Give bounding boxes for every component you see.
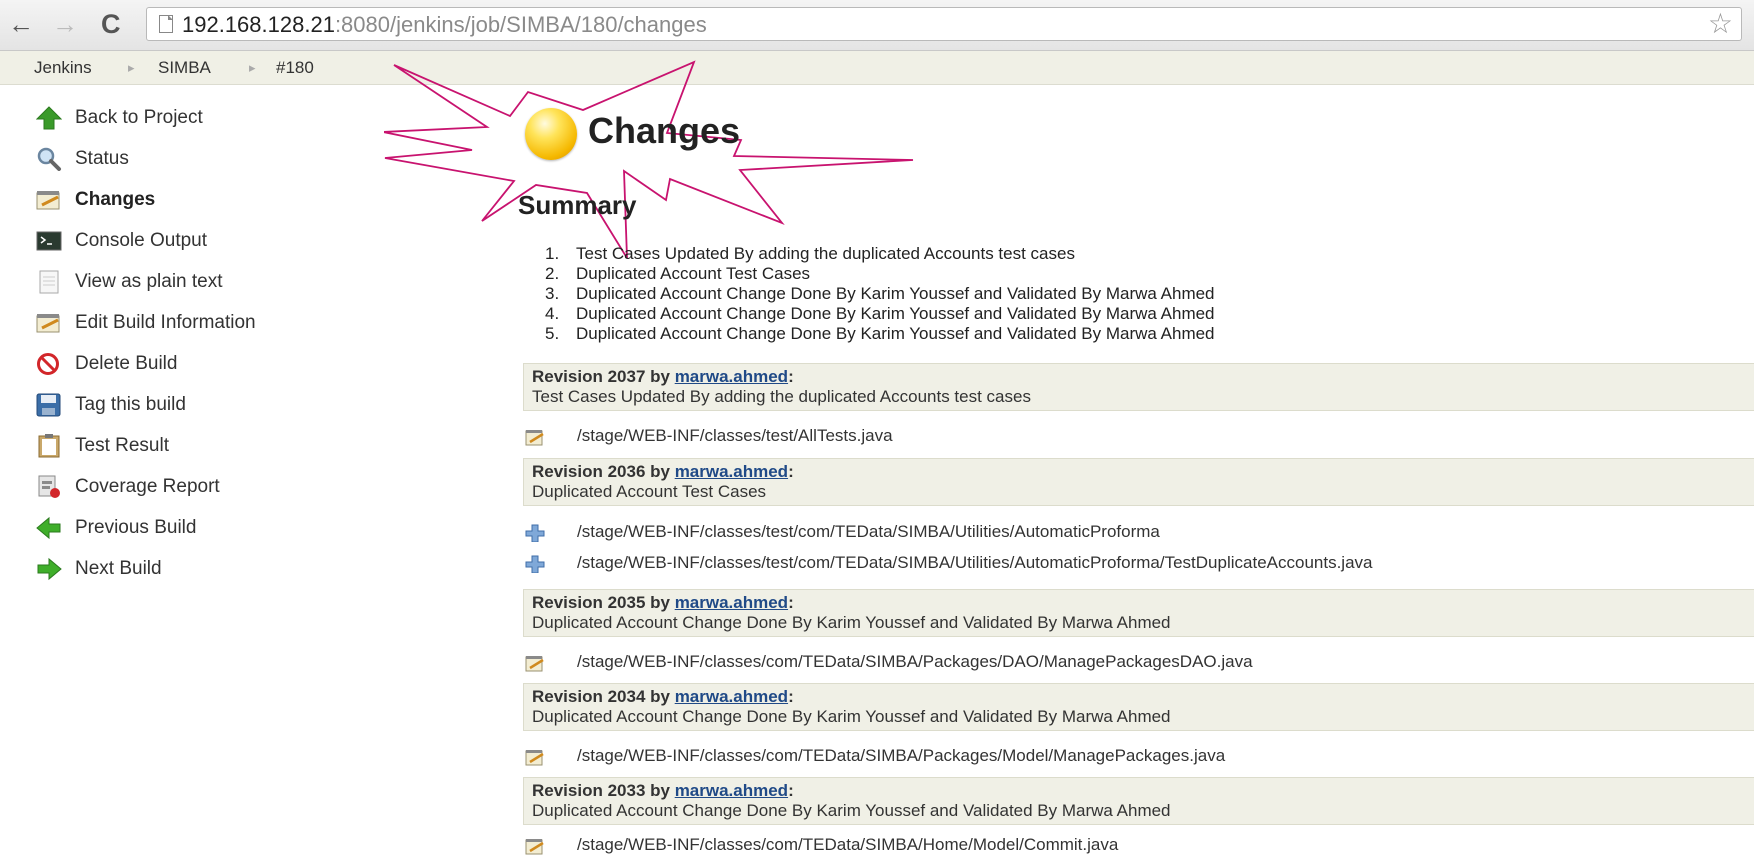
url-path: :8080/jenkins/job/SIMBA/180/changes [334, 12, 707, 37]
terminal-icon [36, 231, 62, 251]
sidebar-item-label: Coverage Report [75, 476, 220, 497]
revision-message: Duplicated Account Change Done By Karim … [532, 707, 1171, 726]
summary-item: 2. Duplicated Account Test Cases [545, 264, 811, 283]
revision-label: Revision 2037 by [532, 367, 675, 386]
magnifier-icon [37, 147, 61, 171]
revision-label: Revision 2035 by [532, 593, 675, 612]
edit-file-icon[interactable] [525, 748, 545, 766]
file-path: /stage/WEB-INF/classes/test/com/TEData/S… [577, 553, 1373, 572]
page-title: Changes [588, 110, 741, 151]
reload-icon[interactable]: C [101, 9, 121, 39]
add-file-icon[interactable] [525, 524, 545, 542]
document-icon [39, 270, 59, 294]
revision-author-link[interactable]: marwa.ahmed [675, 687, 788, 706]
sidebar-item-label: View as plain text [75, 271, 223, 292]
sidebar-item-label: Back to Project [75, 107, 203, 128]
sidebar-item-label: Status [75, 148, 129, 169]
revision-message: Duplicated Account Change Done By Karim … [532, 801, 1171, 820]
sidebar-item-label: Edit Build Information [75, 312, 256, 333]
revision-header: Revision 2034 by marwa.ahmed: Duplicated… [523, 683, 1754, 731]
back-arrow-icon[interactable]: ← [8, 9, 34, 39]
url-text[interactable]: 192.168.128.21:8080/jenkins/job/SIMBA/18… [182, 13, 707, 37]
revision-author-link[interactable]: marwa.ahmed [675, 462, 788, 481]
address-bar[interactable]: 192.168.128.21:8080/jenkins/job/SIMBA/18… [146, 7, 1742, 41]
file-path: /stage/WEB-INF/classes/test/com/TEData/S… [577, 522, 1160, 541]
sidebar-item-label: Console Output [75, 230, 208, 251]
revision-author-link[interactable]: marwa.ahmed [675, 593, 788, 612]
file-path: /stage/WEB-INF/classes/com/TEData/SIMBA/… [577, 835, 1119, 854]
forward-arrow-icon[interactable]: → [52, 9, 78, 39]
summary-list: 1. Test Cases Updated By adding the dupli… [545, 244, 1215, 344]
summary-item: 3. Duplicated Account Change Done By Kari… [545, 284, 1215, 303]
floppy-disk-icon [36, 393, 61, 417]
breadcrumb-build[interactable]: #180 [276, 51, 314, 84]
no-entry-icon [37, 353, 59, 375]
clipboard-icon [38, 434, 60, 458]
highlight-starburst-annotation [384, 60, 914, 258]
browser-toolbar: ← → C 192.168.128.21:8080/jenkins/job/SI… [0, 0, 1754, 51]
breadcrumb-separator: ▸ [128, 60, 135, 75]
coverage-report-icon [38, 475, 60, 498]
notepad-edit-icon [36, 314, 60, 333]
page-icon [159, 15, 173, 33]
edit-file-icon[interactable] [525, 837, 545, 855]
revision-header: Revision 2033 by marwa.ahmed: Duplicated… [523, 777, 1754, 825]
notepad-icon [36, 191, 60, 210]
revision-colon: : [788, 593, 794, 612]
build-status-ball-icon [525, 108, 577, 160]
revision-message: Duplicated Account Test Cases [532, 482, 767, 501]
left-arrow-icon [36, 516, 61, 540]
revision-message: Test Cases Updated By adding the duplica… [532, 387, 1031, 406]
sidebar-item-label: Tag this build [75, 394, 186, 415]
summary-item: 1. Test Cases Updated By adding the dupli… [545, 244, 1075, 263]
revision-header: Revision 2035 by marwa.ahmed: Duplicated… [523, 589, 1754, 637]
revision-author-link[interactable]: marwa.ahmed [675, 367, 788, 386]
file-path: /stage/WEB-INF/classes/test/AllTests.jav… [577, 426, 893, 445]
breadcrumb-jenkins[interactable]: Jenkins [34, 51, 92, 84]
revision-label: Revision 2033 by [532, 781, 675, 800]
breadcrumb-separator: ▸ [249, 60, 256, 75]
revision-colon: : [788, 687, 794, 706]
add-file-icon[interactable] [525, 555, 545, 573]
revision-author-link[interactable]: marwa.ahmed [675, 781, 788, 800]
url-host: 192.168.128.21 [182, 12, 335, 37]
summary-heading: Summary [518, 190, 637, 220]
revision-colon: : [788, 367, 794, 386]
breadcrumb-simba[interactable]: SIMBA [158, 51, 211, 84]
right-arrow-icon [37, 557, 62, 581]
sidebar-item-label: Changes [75, 189, 156, 210]
summary-item: 4. Duplicated Account Change Done By Kari… [545, 304, 1215, 323]
file-path: /stage/WEB-INF/classes/com/TEData/SIMBA/… [577, 746, 1226, 765]
sidebar-item-label: Delete Build [75, 353, 178, 374]
sidebar-item-label: Previous Build [75, 517, 197, 538]
revision-label: Revision 2034 by [532, 687, 675, 706]
edit-file-icon[interactable] [525, 428, 545, 446]
revision-label: Revision 2036 by [532, 462, 675, 481]
sidebar-item-label: Test Result [75, 435, 169, 456]
revision-colon: : [788, 462, 794, 481]
edit-file-icon[interactable] [525, 654, 545, 672]
file-path: /stage/WEB-INF/classes/com/TEData/SIMBA/… [577, 652, 1253, 671]
bookmark-star-icon[interactable]: ☆ [1708, 9, 1733, 39]
revision-message: Duplicated Account Change Done By Karim … [532, 613, 1171, 632]
sidebar-item-label: Next Build [75, 558, 162, 579]
revision-colon: : [788, 781, 794, 800]
summary-item: 5. Duplicated Account Change Done By Kari… [545, 324, 1215, 343]
up-arrow-icon [36, 106, 62, 130]
revision-header: Revision 2036 by marwa.ahmed: Duplicated… [523, 458, 1754, 506]
revision-header: Revision 2037 by marwa.ahmed: Test Cases… [523, 363, 1754, 411]
